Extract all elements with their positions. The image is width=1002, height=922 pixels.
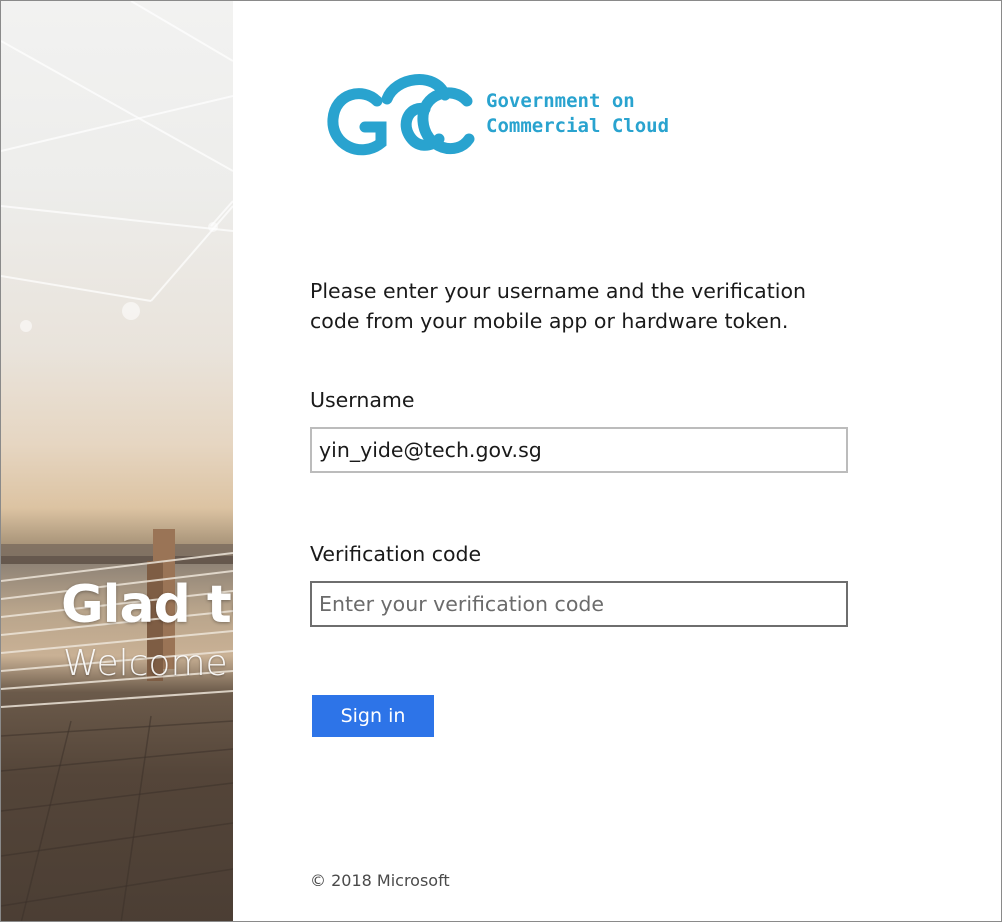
- verification-code-input[interactable]: [310, 581, 848, 627]
- logo-line-1: Government on: [486, 90, 635, 112]
- sign-in-button[interactable]: Sign in: [312, 695, 434, 737]
- instructions-text: Please enter your username and the verif…: [310, 279, 806, 333]
- sign-in-page: Glad to Welcome Government on Commercial…: [0, 0, 1002, 922]
- username-input[interactable]: [310, 427, 848, 473]
- gcc-logo-wordmark: Government on Commercial Cloud: [486, 89, 669, 139]
- hero-subheadline: Welcome: [63, 643, 228, 684]
- sign-in-panel: Government on Commercial Cloud Please en…: [233, 1, 1001, 921]
- hero-illustration: Glad to Welcome: [1, 1, 233, 921]
- logo-line-2: Commercial Cloud: [486, 115, 670, 137]
- verification-code-label: Verification code: [310, 542, 482, 566]
- hero-headline: Glad to: [61, 575, 233, 635]
- copyright-footer: © 2018 Microsoft: [310, 871, 450, 890]
- username-label: Username: [310, 388, 415, 412]
- hero-background-art: [1, 1, 233, 921]
